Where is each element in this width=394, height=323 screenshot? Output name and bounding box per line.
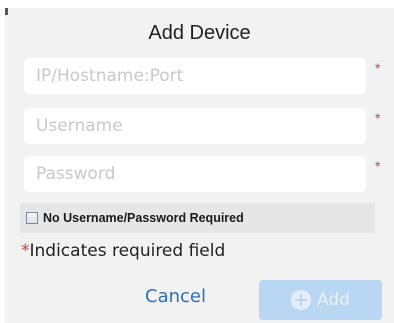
dialog-title: Add Device bbox=[148, 22, 251, 44]
add-button[interactable]: Add bbox=[259, 280, 382, 320]
add-button-label: Add bbox=[317, 290, 350, 310]
plus-circle-icon bbox=[291, 290, 312, 310]
checkbox-icon[interactable] bbox=[26, 212, 38, 224]
no-credentials-option[interactable]: No Username/Password Required bbox=[20, 203, 375, 233]
add-device-dialog: Add Device * * * No Username/Password Re… bbox=[5, 8, 394, 323]
required-marker: * bbox=[375, 110, 381, 126]
cancel-button[interactable]: Cancel bbox=[145, 286, 206, 307]
required-note-star: * bbox=[21, 241, 30, 261]
required-marker: * bbox=[375, 60, 381, 76]
required-field-note: *Indicates required field bbox=[21, 241, 225, 261]
no-credentials-label: No Username/Password Required bbox=[43, 211, 244, 225]
window-corner-mark bbox=[5, 8, 8, 15]
host-port-input[interactable] bbox=[24, 58, 366, 94]
required-marker: * bbox=[375, 158, 381, 174]
username-input[interactable] bbox=[24, 108, 366, 144]
password-input[interactable] bbox=[24, 156, 366, 192]
required-note-text: Indicates required field bbox=[29, 241, 226, 261]
